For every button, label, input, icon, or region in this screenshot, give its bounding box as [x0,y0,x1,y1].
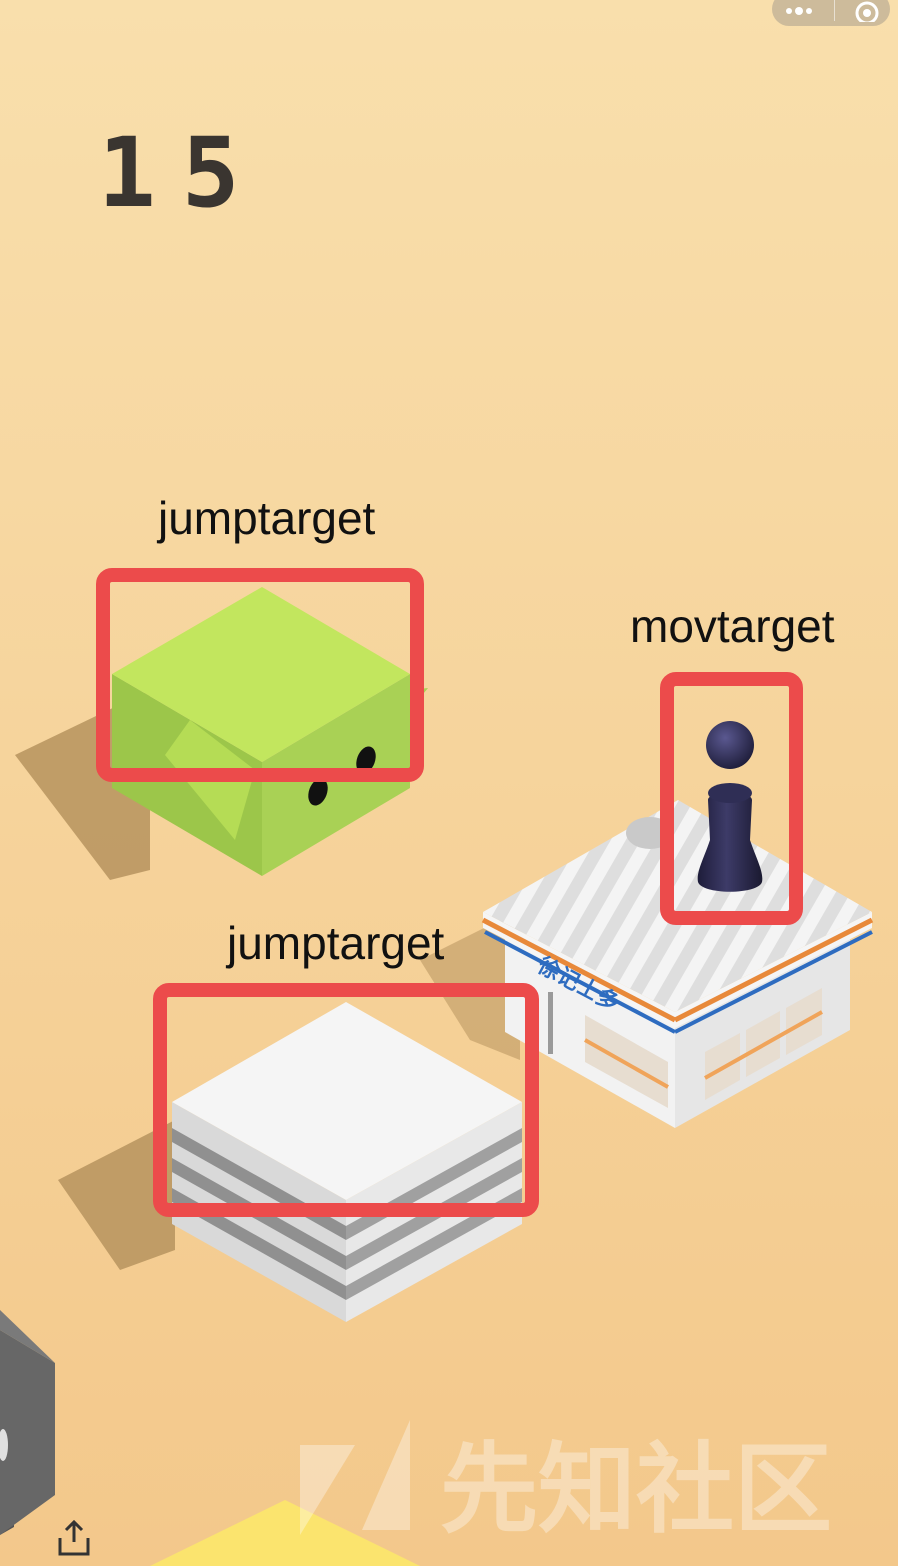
score-counter: 15 [98,117,266,229]
game-stage[interactable]: 徐记士多 先知社区 15 jumptarget jumptarget movta… [0,0,898,1566]
target-close-icon[interactable] [854,0,880,22]
jump-target-label-1: jumptarget [158,492,376,544]
jump-target-box-2 [153,983,539,1217]
mini-program-capsule [772,0,890,26]
watermark-text: 先知社区 [440,1433,832,1547]
jump-target-box-1 [96,568,424,782]
move-target-label: movtarget [630,600,835,652]
more-dots-icon[interactable] [784,3,814,15]
jump-target-label-2: jumptarget [227,917,445,969]
capsule-divider [833,0,835,21]
store-door [548,992,553,1054]
share-icon[interactable] [56,1518,92,1558]
move-target-box [660,672,803,925]
